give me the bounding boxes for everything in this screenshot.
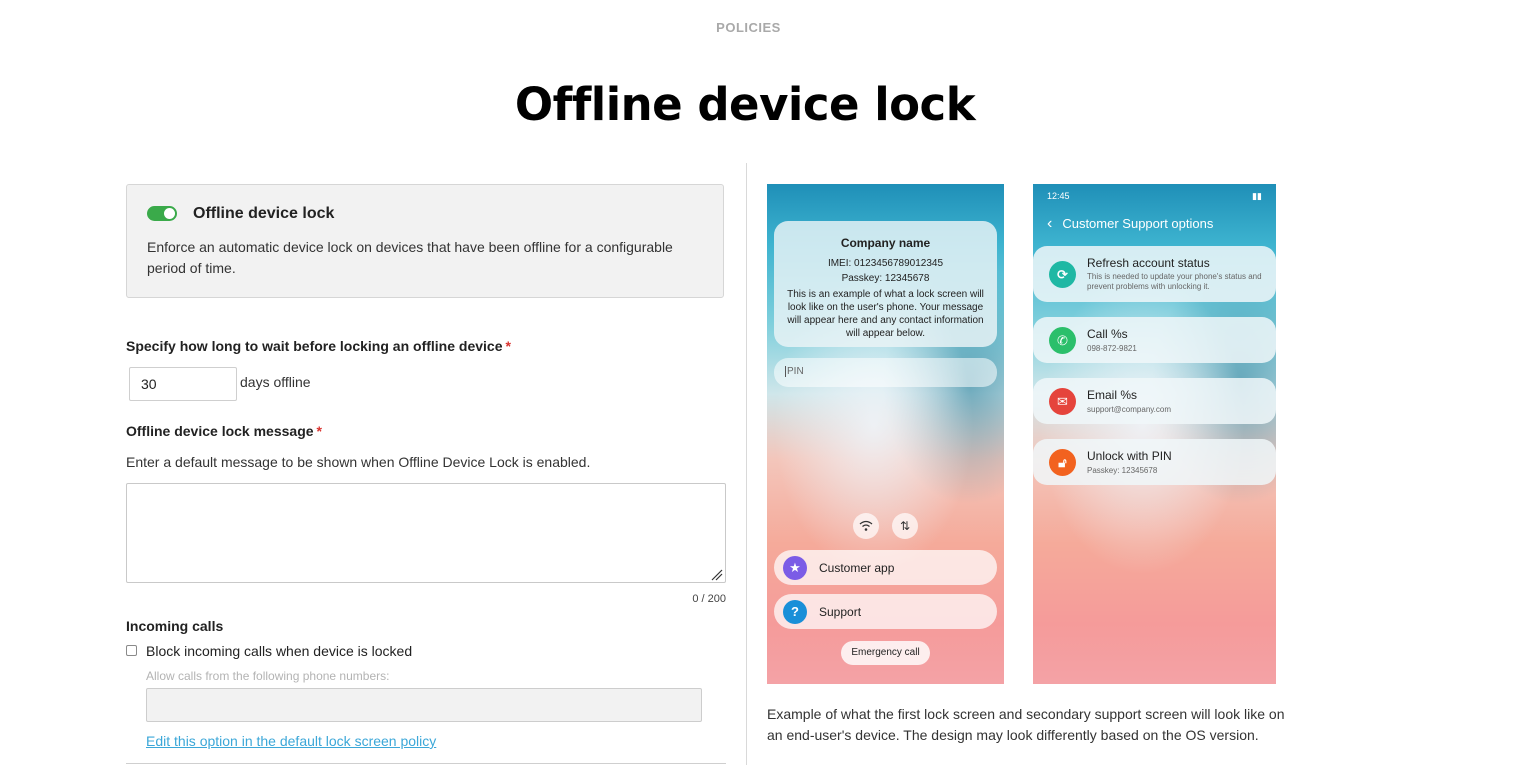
option-title: Unlock with PIN bbox=[1087, 449, 1172, 463]
card-description: Enforce an automatic device lock on devi… bbox=[147, 239, 673, 276]
block-calls-checkbox[interactable] bbox=[126, 645, 137, 656]
option-subtitle: This is needed to update your phone's st… bbox=[1087, 272, 1262, 291]
section-divider bbox=[126, 763, 726, 764]
star-icon: ★ bbox=[783, 556, 807, 580]
days-offline-suffix: days offline bbox=[240, 374, 311, 390]
support-button: ? Support bbox=[774, 594, 997, 629]
option-title: Refresh account status bbox=[1087, 256, 1210, 270]
customer-app-button: ★ Customer app bbox=[774, 550, 997, 585]
back-chevron-icon: ‹ bbox=[1047, 215, 1053, 232]
lock-message-textarea[interactable] bbox=[126, 483, 726, 583]
message-hint: Enter a default message to be shown when… bbox=[126, 454, 591, 470]
option-title: Call %s bbox=[1087, 327, 1128, 341]
incoming-calls-label: Incoming calls bbox=[126, 618, 224, 634]
imei-text: IMEI: 0123456789012345 bbox=[827, 258, 944, 269]
lock-message-card: Company name IMEI: 0123456789012345 Pass… bbox=[774, 221, 997, 347]
unlock-pin-option: 🔓︎ Unlock with PIN Passkey: 12345678 bbox=[1033, 439, 1276, 485]
page-title: Offline device lock bbox=[514, 78, 976, 131]
allow-numbers-label: Allow calls from the following phone num… bbox=[146, 669, 390, 683]
wifi-icon bbox=[853, 513, 879, 539]
signal-battery-icon: ▮▮ bbox=[1252, 191, 1262, 201]
call-option: ✆ Call %s 098-872-9821 bbox=[1033, 317, 1276, 363]
card-title: Offline device lock bbox=[193, 205, 335, 222]
option-subtitle: support@company.com bbox=[1087, 405, 1172, 414]
emergency-call-button: Emergency call bbox=[841, 641, 930, 665]
pin-placeholder: PIN bbox=[785, 366, 804, 377]
offline-lock-toggle[interactable] bbox=[147, 206, 177, 221]
message-label: Offline device lock message * bbox=[126, 423, 322, 439]
option-subtitle: Passkey: 12345678 bbox=[1087, 466, 1158, 475]
question-icon: ? bbox=[783, 600, 807, 624]
company-name: Company name bbox=[840, 236, 931, 250]
column-divider bbox=[746, 163, 747, 765]
character-counter: 0 / 200 bbox=[692, 593, 726, 605]
option-subtitle: 098-872-9821 bbox=[1087, 344, 1137, 353]
passkey-text: Passkey: 12345678 bbox=[841, 273, 930, 284]
status-time: 12:45 bbox=[1047, 191, 1070, 201]
edit-default-policy-link[interactable]: Edit this option in the default lock scr… bbox=[146, 733, 436, 749]
support-header: ‹ Customer Support options bbox=[1047, 215, 1214, 232]
lock-message-text: This is an example of what a lock screen… bbox=[787, 289, 984, 339]
pin-field: PIN bbox=[774, 358, 997, 387]
toggle-knob bbox=[164, 208, 175, 219]
wait-label: Specify how long to wait before locking … bbox=[126, 338, 511, 354]
data-transfer-icon: ⇅ bbox=[892, 513, 918, 539]
block-calls-label[interactable]: Block incoming calls when device is lock… bbox=[146, 643, 412, 659]
email-option: ✉ Email %s support@company.com bbox=[1033, 378, 1276, 424]
required-mark: * bbox=[505, 338, 511, 354]
resize-grip-icon[interactable] bbox=[711, 569, 723, 581]
breadcrumb: POLICIES bbox=[716, 20, 781, 35]
preview-caption: Example of what the first lock screen an… bbox=[767, 706, 1285, 743]
support-screen-preview: 12:45 ▮▮ ‹ Customer Support options ⟳ Ref… bbox=[1033, 184, 1276, 684]
support-label: Support bbox=[819, 605, 862, 619]
days-offline-input[interactable] bbox=[129, 367, 237, 401]
phone-icon: ✆ bbox=[1049, 327, 1076, 354]
customer-app-label: Customer app bbox=[819, 561, 895, 575]
refresh-icon: ⟳ bbox=[1049, 261, 1076, 288]
lock-open-icon: 🔓︎ bbox=[1049, 449, 1076, 476]
refresh-option: ⟳ Refresh account status This is needed … bbox=[1033, 246, 1276, 302]
required-mark: * bbox=[316, 423, 322, 439]
lock-screen-preview: Company name IMEI: 0123456789012345 Pass… bbox=[767, 184, 1004, 684]
allowed-numbers-input[interactable] bbox=[146, 688, 702, 722]
mail-icon: ✉ bbox=[1049, 388, 1076, 415]
offline-lock-card: Offline device lock Enforce an automatic… bbox=[126, 184, 724, 298]
option-title: Email %s bbox=[1087, 388, 1138, 402]
